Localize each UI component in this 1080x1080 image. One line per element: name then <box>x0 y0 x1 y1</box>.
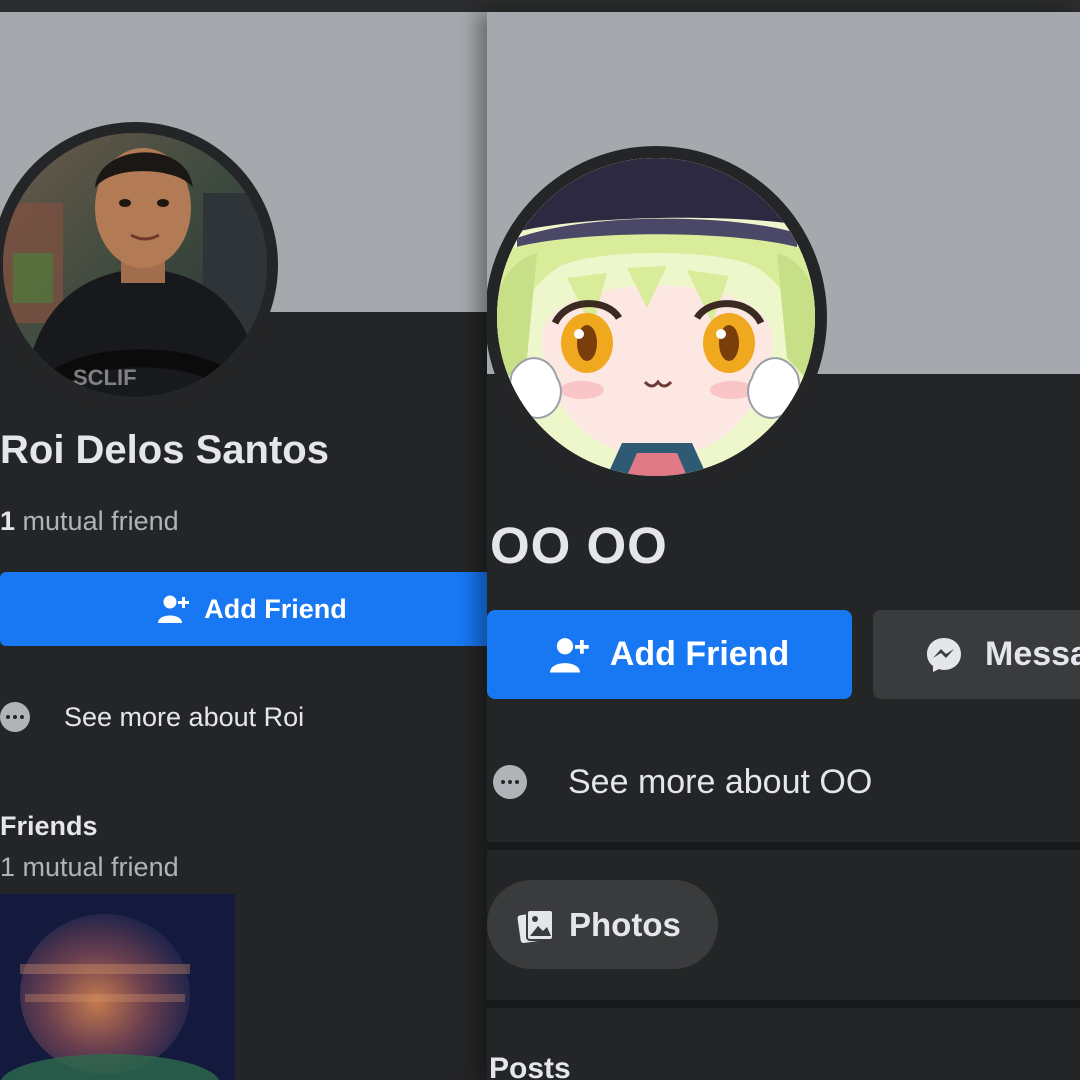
friend-photo-icon <box>0 894 235 1080</box>
see-more-about-link[interactable]: See more about OO <box>493 760 872 804</box>
mutual-count-number: 1 <box>0 506 16 536</box>
friends-subtitle: 1 mutual friend <box>0 852 179 882</box>
section-divider <box>487 1000 1080 1008</box>
photos-label: Photos <box>569 905 681 943</box>
profile-avatar[interactable] <box>497 158 815 476</box>
add-friend-button[interactable]: Add Friend <box>0 572 500 646</box>
anime-avatar-icon <box>497 158 815 476</box>
add-friend-button[interactable]: Add Friend <box>487 610 852 699</box>
see-more-about-link[interactable]: See more about Roi <box>0 695 304 739</box>
mutual-count-text: mutual friend <box>22 506 179 536</box>
messenger-icon <box>927 637 961 672</box>
more-dots-icon <box>493 765 527 799</box>
photos-icon <box>517 908 554 943</box>
section-divider <box>487 842 1080 850</box>
mutual-friend-photo[interactable] <box>0 894 235 1080</box>
add-friend-icon <box>158 595 190 623</box>
left-profile-panel: SCLIF Roi Delos Santos 1 mutual friend A… <box>0 12 500 1080</box>
profile-photo-icon: SCLIF <box>3 133 267 397</box>
more-dots-icon <box>0 702 30 732</box>
message-label: Messa <box>985 635 1080 673</box>
profile-name: Roi Delos Santos <box>0 428 329 472</box>
see-more-label: See more about OO <box>568 762 873 801</box>
right-profile-panel: OO OO Add Friend Messa See more about OO… <box>487 12 1080 1080</box>
add-friend-label: Add Friend <box>609 635 790 673</box>
profile-avatar[interactable]: SCLIF <box>3 133 267 397</box>
add-friend-label: Add Friend <box>204 593 347 624</box>
top-strip <box>0 0 1080 12</box>
posts-heading: Posts <box>489 1052 571 1080</box>
photos-button[interactable]: Photos <box>487 880 718 969</box>
see-more-label: See more about Roi <box>64 701 305 732</box>
friends-heading: Friends <box>0 811 98 841</box>
add-friend-icon <box>549 637 589 672</box>
message-button[interactable]: Messa <box>873 610 1080 699</box>
svg-text:SCLIF: SCLIF <box>73 365 137 390</box>
mutual-friends-count[interactable]: 1 mutual friend <box>0 506 179 537</box>
profile-name: OO OO <box>490 517 668 574</box>
